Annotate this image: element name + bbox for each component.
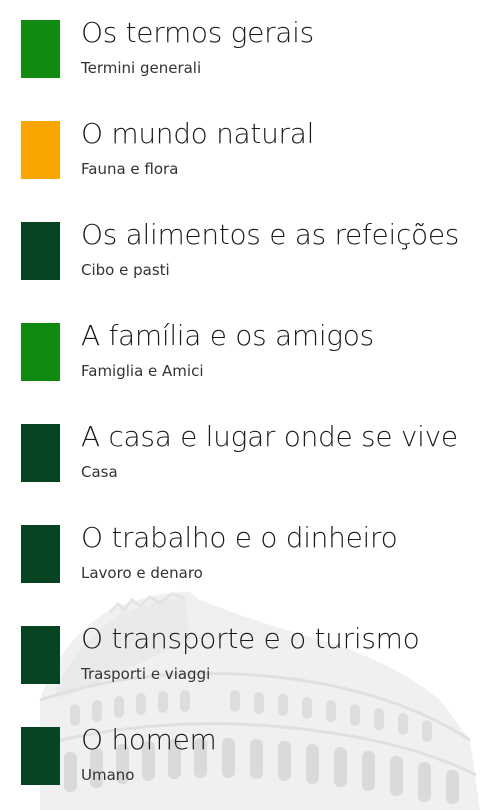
category-subtitle: Fauna e flora [81,160,179,178]
category-item[interactable]: Os alimentos e as refeições Cibo e pasti [0,202,486,303]
category-subtitle: Casa [81,463,118,481]
category-subtitle: Trasporti e viaggi [81,665,211,683]
category-color-tile [21,525,60,583]
category-color-tile [21,424,60,482]
category-color-tile [21,323,60,381]
category-item[interactable]: O homem Umano [0,707,486,808]
app-root: Os termos gerais Termini generali O mund… [0,0,486,810]
category-color-tile [21,20,60,78]
category-item[interactable]: Os termos gerais Termini generali [0,0,486,101]
category-title: O homem [81,723,217,756]
category-color-tile [21,222,60,280]
category-item[interactable]: A família e os amigos Famiglia e Amici [0,303,486,404]
category-title: A família e os amigos [81,319,374,352]
category-color-tile [21,626,60,684]
category-item[interactable]: O transporte e o turismo Trasporti e via… [0,606,486,707]
category-subtitle: Famiglia e Amici [81,362,204,380]
category-color-tile [21,121,60,179]
category-title: Os termos gerais [81,16,314,49]
category-item[interactable]: O mundo natural Fauna e flora [0,101,486,202]
category-title: Os alimentos e as refeições [81,218,460,251]
category-title: O trabalho e o dinheiro [81,521,398,554]
category-item[interactable]: A casa e lugar onde se vive Casa [0,404,486,505]
category-subtitle: Umano [81,766,135,784]
category-color-tile [21,727,60,785]
category-subtitle: Termini generali [81,59,202,77]
category-title: O transporte e o turismo [81,622,420,655]
category-subtitle: Lavoro e denaro [81,564,203,582]
category-subtitle: Cibo e pasti [81,261,170,279]
category-title: O mundo natural [81,117,315,150]
category-title: A casa e lugar onde se vive [81,420,458,453]
category-item[interactable]: O trabalho e o dinheiro Lavoro e denaro [0,505,486,606]
